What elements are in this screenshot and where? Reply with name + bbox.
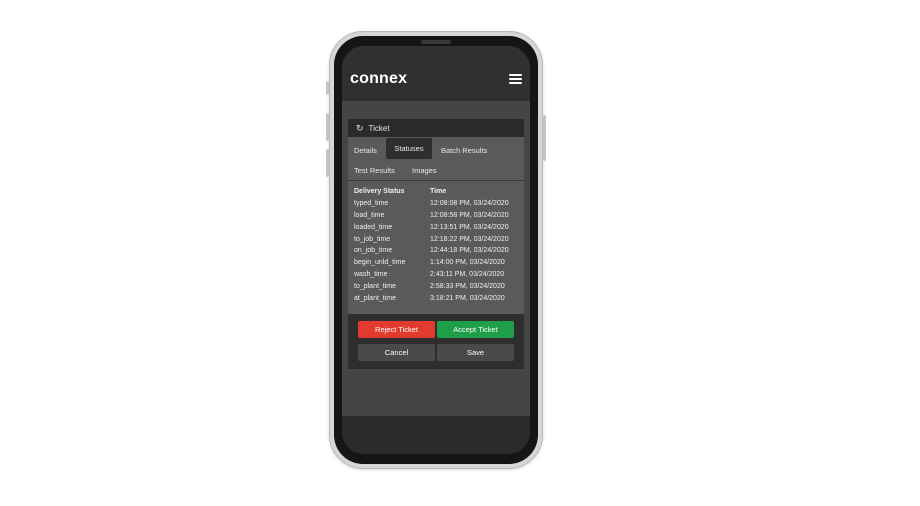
tab-statuses[interactable]: Statuses — [386, 138, 432, 159]
table-row: to_job_time 12:18:22 PM, 03/24/2020 — [354, 233, 518, 245]
tab-details[interactable]: Details — [354, 141, 377, 160]
status-name: at_plant_time — [354, 294, 397, 302]
table-row: begin_unld_time 1:14:00 PM, 03/24/2020 — [354, 257, 518, 269]
action-row-primary: Reject Ticket Accept Ticket — [358, 321, 514, 338]
table-row: typed_time 12:08:08 PM, 03/24/2020 — [354, 198, 518, 210]
status-time: 1:14:00 PM, 03/24/2020 — [430, 259, 505, 267]
statuses-table: Delivery Status Time typed_time 12:08:08 … — [354, 186, 518, 304]
app-header: connex — [342, 46, 530, 101]
status-time: 2:43:11 PM, 03/24/2020 — [430, 270, 505, 278]
status-name: typed_time — [354, 200, 389, 208]
status-time: 2:58:33 PM, 03/24/2020 — [430, 282, 505, 290]
app-screen: connex ↻ Ticket Details Statuses Batch R… — [342, 46, 530, 454]
mute-switch — [326, 81, 329, 95]
ticket-header-label: Ticket — [368, 123, 390, 133]
column-header-delivery-status: Delivery Status — [354, 188, 405, 196]
ticket-panel: ↻ Ticket Details Statuses Batch Results … — [348, 119, 524, 369]
table-row: to_plant_time 2:58:33 PM, 03/24/2020 — [354, 280, 518, 292]
status-name: to_plant_time — [354, 282, 397, 290]
accept-ticket-button[interactable]: Accept Ticket — [437, 321, 514, 338]
hamburger-menu-icon[interactable] — [509, 74, 522, 84]
status-name: to_job_time — [354, 235, 391, 243]
reject-ticket-button[interactable]: Reject Ticket — [358, 321, 435, 338]
status-name: wash_time — [354, 270, 388, 278]
tab-bar: Details Statuses Batch Results Test Resu… — [348, 137, 524, 180]
volume-down-button — [326, 149, 329, 177]
table-row: at_plant_time 3:18:21 PM, 03/24/2020 — [354, 292, 518, 304]
cancel-button[interactable]: Cancel — [358, 344, 435, 361]
status-name: begin_unld_time — [354, 259, 406, 267]
phone-frame: connex ↻ Ticket Details Statuses Batch R… — [326, 31, 546, 469]
action-row-secondary: Cancel Save — [358, 344, 514, 361]
ticket-header[interactable]: ↻ Ticket — [348, 119, 524, 137]
table-row: wash_time 2:43:11 PM, 03/24/2020 — [354, 269, 518, 281]
status-time: 12:08:58 PM, 03/24/2020 — [430, 211, 509, 219]
speaker-grille — [421, 40, 451, 44]
save-button[interactable]: Save — [437, 344, 514, 361]
status-time: 12:08:08 PM, 03/24/2020 — [430, 200, 509, 208]
connex-logo: connex — [350, 70, 408, 87]
status-name: load_time — [354, 211, 385, 219]
tab-images[interactable]: Images — [412, 161, 437, 180]
statuses-table-container: Delivery Status Time typed_time 12:08:08 … — [348, 180, 524, 314]
phone-bezel: connex ↻ Ticket Details Statuses Batch R… — [334, 36, 538, 464]
table-row: loaded_time 12:13:51 PM, 03/24/2020 — [354, 221, 518, 233]
status-name: loaded_time — [354, 223, 393, 231]
status-name: on_job_time — [354, 247, 393, 255]
ticket-actions: Reject Ticket Accept Ticket Cancel Save — [348, 314, 524, 369]
table-row: on_job_time 12:44:18 PM, 03/24/2020 — [354, 245, 518, 257]
tab-batch-results[interactable]: Batch Results — [441, 141, 487, 160]
power-button — [543, 115, 546, 161]
table-header-row: Delivery Status Time — [354, 186, 518, 198]
app-footer — [342, 416, 530, 454]
status-time: 12:44:18 PM, 03/24/2020 — [430, 247, 509, 255]
column-header-time: Time — [430, 188, 447, 196]
volume-up-button — [326, 113, 329, 141]
status-time: 12:13:51 PM, 03/24/2020 — [430, 223, 509, 231]
tab-test-results[interactable]: Test Results — [354, 161, 395, 180]
table-row: load_time 12:08:58 PM, 03/24/2020 — [354, 210, 518, 222]
status-time: 12:18:22 PM, 03/24/2020 — [430, 235, 509, 243]
status-time: 3:18:21 PM, 03/24/2020 — [430, 294, 505, 302]
refresh-icon: ↻ — [356, 122, 364, 133]
